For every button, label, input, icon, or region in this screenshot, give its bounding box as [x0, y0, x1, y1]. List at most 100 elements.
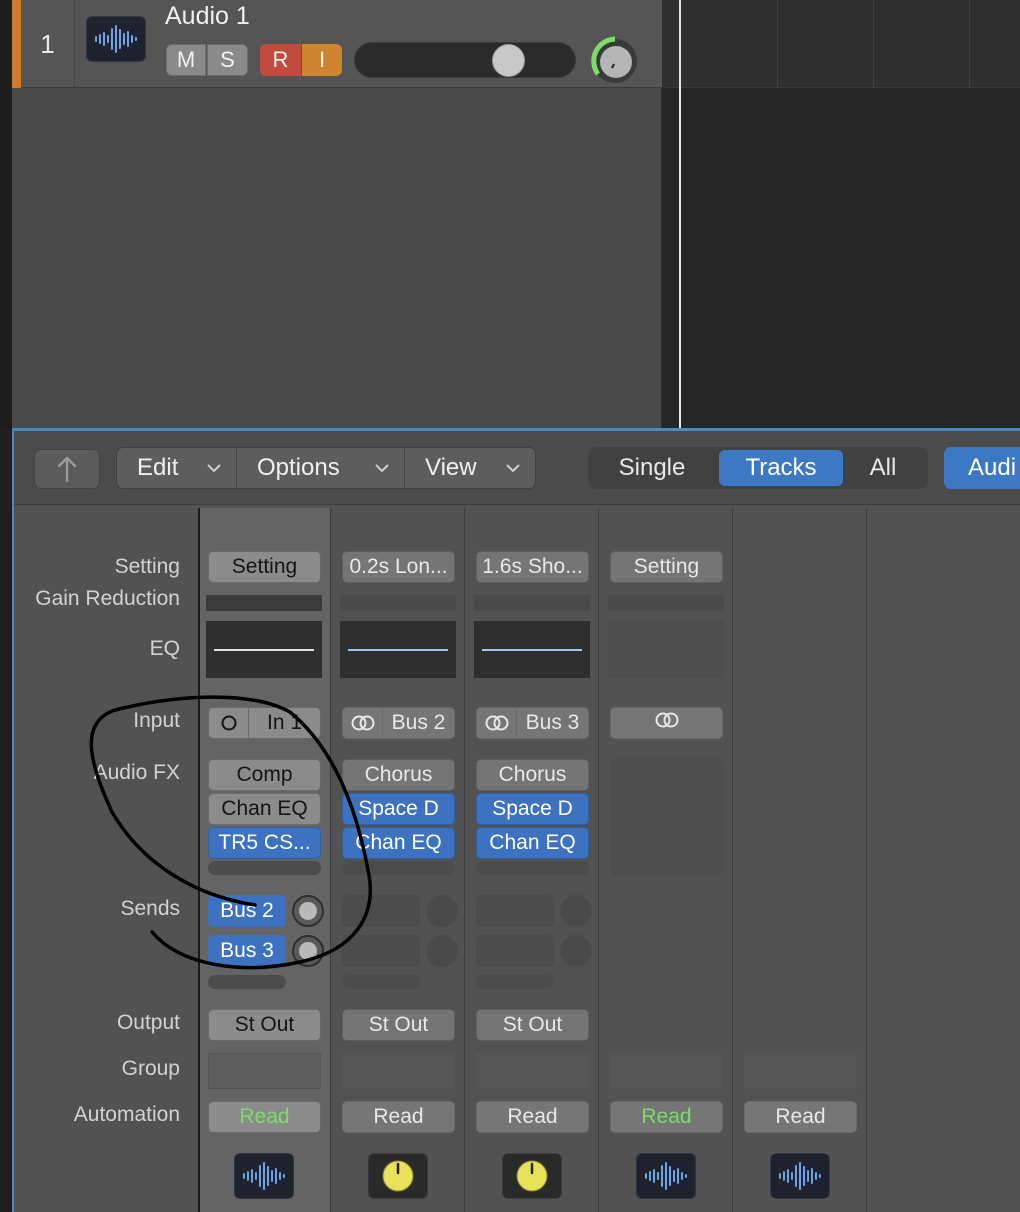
strip-divider	[866, 508, 867, 1212]
mono-circle-icon[interactable]	[209, 708, 249, 738]
input-monitoring-button[interactable]: I	[302, 44, 342, 76]
strip-2-send-1-knob[interactable]	[426, 895, 458, 927]
view-menu[interactable]: View	[405, 448, 535, 488]
arrange-area[interactable]	[663, 0, 1020, 428]
stereo-circles-icon[interactable]	[653, 711, 681, 735]
strip-3-fx-slot-1[interactable]: Chorus	[476, 759, 589, 791]
strip-2-fx-slot-3[interactable]: Chan EQ	[342, 827, 455, 859]
strip-1-send-2[interactable]: Bus 3	[208, 935, 286, 967]
strip-2-automation-button[interactable]: Read	[342, 1101, 455, 1133]
yellow-knob-icon[interactable]	[502, 1153, 562, 1199]
strip-1-send-1[interactable]: Bus 2	[208, 895, 286, 927]
chevron-down-icon	[506, 464, 520, 473]
strip-4-group-slot[interactable]	[610, 1053, 723, 1089]
audio-filter-button[interactable]: Audi	[944, 447, 1020, 489]
playhead[interactable]	[679, 0, 681, 428]
strip-1-input-slot[interactable]: In 1	[208, 707, 321, 739]
strip-3-input-label: Bus 3	[525, 711, 580, 734]
strip-3-setting-button[interactable]: 1.6s Sho...	[476, 551, 589, 583]
strip-3-group-slot[interactable]	[476, 1053, 589, 1089]
strip-1-automation-button[interactable]: Read	[208, 1101, 321, 1133]
strip-5-automation-button[interactable]: Read	[744, 1101, 857, 1133]
strip-5-group-slot[interactable]	[744, 1053, 857, 1089]
strip-3-automation-button[interactable]: Read	[476, 1101, 589, 1133]
row-label-output: Output	[116, 1011, 180, 1034]
strip-4-fx-area[interactable]	[610, 759, 724, 875]
track-number: 1	[21, 0, 75, 88]
volume-slider-thumb[interactable]	[492, 44, 525, 77]
strip-3-send-empty[interactable]	[476, 975, 554, 989]
stereo-circles-icon[interactable]	[343, 708, 383, 738]
view-mode-all[interactable]: All	[843, 450, 923, 486]
strip-3-fx-slot-3[interactable]: Chan EQ	[476, 827, 589, 859]
strip-2-fx-empty-slot[interactable]	[342, 861, 455, 875]
waveform-icon[interactable]	[86, 16, 146, 62]
strip-1-send-1-level-knob[interactable]	[292, 895, 324, 927]
strip-2-setting-button[interactable]: 0.2s Lon...	[342, 551, 455, 583]
track-header[interactable]: 1 Audio 1 M S R I	[12, 0, 662, 88]
strip-4-eq-display[interactable]	[608, 621, 724, 678]
strip-2-eq-display[interactable]	[340, 621, 456, 678]
arrange-track-lane[interactable]	[663, 0, 1020, 88]
row-label-setting: Setting	[114, 555, 180, 578]
strip-4-input-slot[interactable]	[610, 707, 723, 739]
strip-2-send-1-empty[interactable]	[342, 895, 420, 927]
strip-3-gain-reduction-meter	[474, 595, 590, 611]
strip-1-setting-button[interactable]: Setting	[208, 551, 321, 583]
strip-2-fx-slot-1[interactable]: Chorus	[342, 759, 455, 791]
strip-3-fx-empty-slot[interactable]	[476, 861, 589, 875]
mute-button[interactable]: M	[166, 44, 206, 76]
volume-slider[interactable]	[354, 42, 576, 78]
row-label-automation: Automation	[73, 1103, 180, 1126]
strip-3-send-2-empty[interactable]	[476, 935, 554, 967]
waveform-icon[interactable]	[770, 1153, 830, 1199]
solo-button[interactable]: S	[207, 44, 248, 76]
stereo-circles-icon[interactable]	[477, 708, 517, 738]
strip-1-send-empty[interactable]	[208, 975, 286, 989]
strip-2-send-2-empty[interactable]	[342, 935, 420, 967]
strip-1-send-2-level-knob[interactable]	[292, 935, 324, 967]
options-menu[interactable]: Options	[237, 448, 405, 488]
waveform-icon[interactable]	[636, 1153, 696, 1199]
track-name[interactable]: Audio 1	[165, 2, 250, 31]
strip-3-send-1-knob[interactable]	[560, 895, 592, 927]
eq-curve	[214, 649, 314, 651]
strip-1-fx-slot-1[interactable]: Comp	[208, 759, 321, 791]
view-mode-single[interactable]: Single	[591, 450, 713, 486]
strip-1-fx-slot-3[interactable]: TR5 CS...	[208, 827, 321, 859]
yellow-knob-icon[interactable]	[368, 1153, 428, 1199]
strip-3-eq-display[interactable]	[474, 621, 590, 678]
strip-1-fx-slot-2[interactable]: Chan EQ	[208, 793, 321, 825]
chevron-down-icon	[375, 464, 389, 473]
view-mode-tracks[interactable]: Tracks	[719, 450, 843, 486]
strip-2-group-slot[interactable]	[342, 1053, 455, 1089]
back-button[interactable]	[34, 449, 100, 489]
strip-4-setting-button[interactable]: Setting	[610, 551, 723, 583]
record-enable-button[interactable]: R	[260, 44, 301, 76]
strip-1-group-slot[interactable]	[208, 1053, 321, 1089]
strip-2-send-empty[interactable]	[342, 975, 420, 989]
strip-2-fx-slot-2[interactable]: Space D	[342, 793, 455, 825]
strip-1-eq-display[interactable]	[206, 621, 322, 678]
strip-1-gain-reduction-meter	[206, 595, 322, 611]
strip-4-automation-button[interactable]: Read	[610, 1101, 723, 1133]
strip-1-fx-empty-slot[interactable]	[208, 861, 321, 875]
back-arrow-icon	[57, 456, 77, 483]
strip-3-input-slot[interactable]: Bus 3	[476, 707, 589, 739]
track-color-bar	[12, 0, 21, 88]
edit-menu[interactable]: Edit	[117, 448, 237, 488]
waveform-icon[interactable]	[234, 1153, 294, 1199]
strip-divider	[732, 508, 733, 1212]
strip-divider	[330, 508, 331, 1212]
strip-1-output-button[interactable]: St Out	[208, 1009, 321, 1041]
strip-2-input-label: Bus 2	[391, 711, 446, 734]
strip-3-send-2-knob[interactable]	[560, 935, 592, 967]
strip-2-output-button[interactable]: St Out	[342, 1009, 455, 1041]
strip-2-input-slot[interactable]: Bus 2	[342, 707, 455, 739]
strip-3-output-button[interactable]: St Out	[476, 1009, 589, 1041]
strip-2-send-2-knob[interactable]	[426, 935, 458, 967]
strip-3-send-1-empty[interactable]	[476, 895, 554, 927]
strip-3-fx-slot-2[interactable]: Space D	[476, 793, 589, 825]
row-label-input: Input	[133, 709, 180, 732]
pan-knob[interactable]	[590, 36, 640, 86]
